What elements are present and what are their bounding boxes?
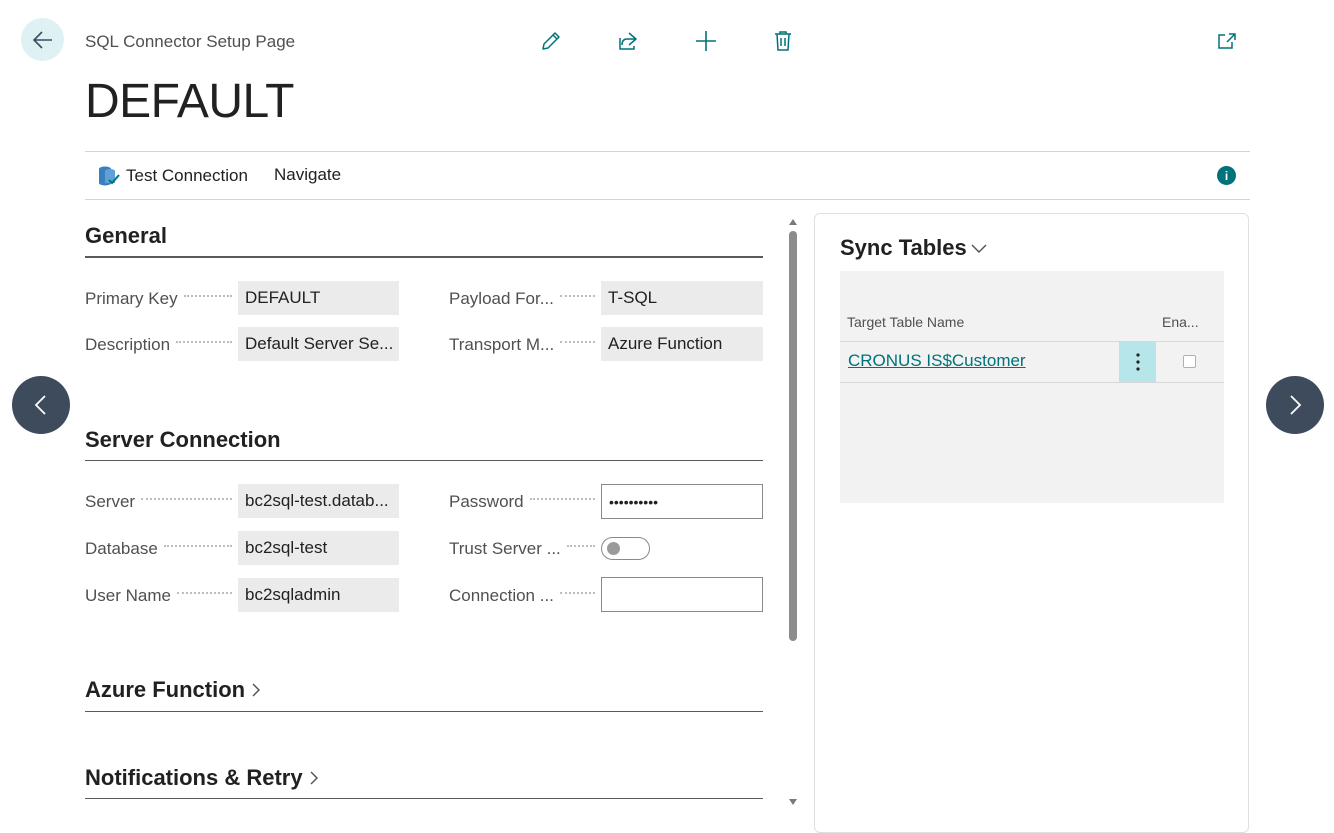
- section-notifications-retry-title[interactable]: Notifications & Retry: [85, 765, 321, 791]
- payload-format-field[interactable]: T-SQL: [601, 281, 763, 315]
- field-label-transport-method: Transport M...: [449, 335, 601, 355]
- scroll-up-arrow-icon[interactable]: [787, 217, 799, 227]
- column-header-target-table-name[interactable]: Target Table Name: [847, 314, 964, 330]
- chevron-left-icon: [34, 395, 46, 415]
- open-new-window-button[interactable]: [1214, 28, 1240, 54]
- enabled-checkbox[interactable]: [1183, 355, 1196, 368]
- arrow-left-icon: [32, 30, 52, 49]
- transport-method-field[interactable]: Azure Function: [601, 327, 763, 361]
- field-label-payload-format: Payload For...: [449, 289, 601, 309]
- sync-tables-grid: [840, 271, 1224, 503]
- chevron-right-icon: [252, 683, 261, 697]
- chevron-right-icon: [310, 771, 318, 785]
- section-azure-function-underline: [85, 711, 763, 712]
- section-notifications-retry-underline: [85, 798, 763, 799]
- page-title: DEFAULT: [85, 75, 294, 128]
- navigate-action[interactable]: Navigate: [274, 165, 341, 185]
- field-label-user-name: User Name: [85, 586, 238, 606]
- scroll-down-arrow-icon[interactable]: [787, 797, 799, 807]
- trust-server-certificate-toggle[interactable]: [601, 537, 650, 560]
- grid-divider: [840, 382, 1224, 383]
- database-field[interactable]: bc2sql-test: [238, 531, 399, 565]
- field-label-connection-string: Connection ...: [449, 586, 601, 606]
- pop-out-icon: [1218, 33, 1236, 49]
- primary-key-field[interactable]: DEFAULT: [238, 281, 399, 315]
- back-button[interactable]: [21, 18, 64, 61]
- test-connection-action[interactable]: Test Connection: [98, 165, 248, 187]
- more-vertical-icon: [1135, 353, 1140, 371]
- page-caption: SQL Connector Setup Page: [85, 32, 296, 51]
- info-icon[interactable]: i: [1217, 166, 1236, 185]
- section-general-title[interactable]: General: [85, 223, 167, 249]
- database-check-icon: [99, 166, 120, 186]
- navigate-label: Navigate: [274, 165, 342, 184]
- divider: [85, 199, 1250, 200]
- section-server-connection-underline: [85, 460, 763, 461]
- next-record-button[interactable]: [1266, 376, 1324, 434]
- server-field[interactable]: bc2sql-test.datab...: [238, 484, 399, 518]
- section-azure-function-title[interactable]: Azure Function: [85, 677, 263, 703]
- toggle-knob: [607, 542, 620, 555]
- field-label-trust-server-certificate: Trust Server ...: [449, 539, 601, 559]
- row-action-menu-button[interactable]: [1119, 342, 1156, 382]
- sync-tables-title[interactable]: Sync Tables: [840, 235, 988, 261]
- password-input[interactable]: ••••••••••: [601, 484, 763, 519]
- table-row-target-table-name[interactable]: CRONUS IS$Customer: [848, 351, 1026, 371]
- share-button[interactable]: [615, 28, 641, 54]
- section-general-underline: [85, 256, 763, 258]
- new-button[interactable]: [693, 28, 719, 54]
- chevron-down-icon: [971, 244, 987, 253]
- field-label-password: Password: [449, 492, 601, 512]
- grid-divider: [840, 341, 1224, 342]
- description-field[interactable]: Default Server Se...: [238, 327, 399, 361]
- test-connection-label: Test Connection: [126, 166, 248, 185]
- column-header-enabled[interactable]: Ena...: [1162, 314, 1199, 330]
- scrollbar-thumb[interactable]: [789, 231, 797, 641]
- user-name-field[interactable]: bc2sqladmin: [238, 578, 399, 612]
- section-server-connection-title[interactable]: Server Connection: [85, 427, 281, 453]
- field-label-server: Server: [85, 492, 238, 512]
- chevron-right-icon: [1290, 395, 1302, 415]
- divider: [85, 151, 1250, 152]
- trash-icon: [775, 31, 791, 51]
- connection-string-input[interactable]: [601, 577, 763, 612]
- share-icon: [619, 32, 637, 50]
- field-label-description: Description: [85, 335, 238, 355]
- edit-button[interactable]: [538, 28, 564, 54]
- previous-record-button[interactable]: [12, 376, 70, 434]
- plus-icon: [696, 31, 716, 51]
- field-label-primary-key: Primary Key: [85, 289, 238, 309]
- delete-button[interactable]: [770, 28, 796, 54]
- pencil-icon: [542, 32, 560, 50]
- field-label-database: Database: [85, 539, 238, 559]
